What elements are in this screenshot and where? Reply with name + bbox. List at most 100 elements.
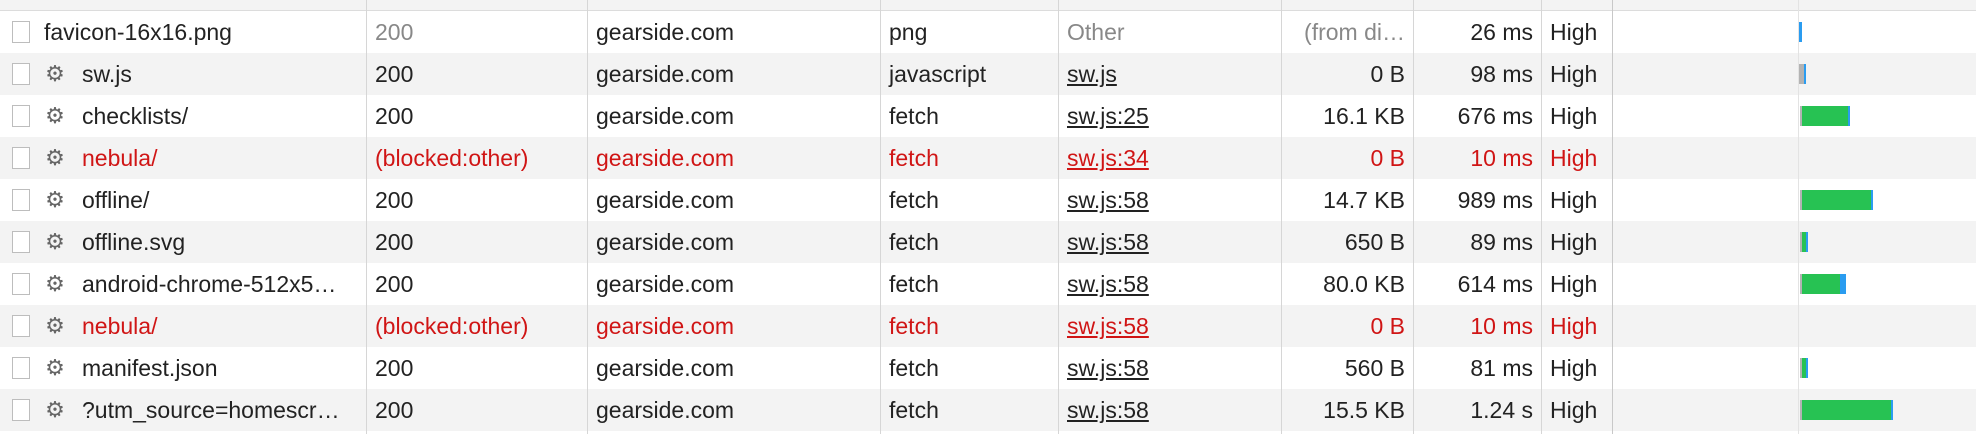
priority-cell: High <box>1550 19 1598 45</box>
waterfall-waiting-bar <box>1801 274 1840 294</box>
status-cell: 200 <box>375 355 414 381</box>
checkbox-icon[interactable] <box>12 399 30 421</box>
initiator-cell[interactable]: sw.js <box>1059 53 1281 95</box>
table-row[interactable]: ⚙ nebula/ (blocked:other) gearside.com fetch… <box>0 137 1976 179</box>
domain-cell: gearside.com <box>596 229 735 255</box>
request-name[interactable]: favicon-16x16.png <box>44 11 232 53</box>
initiator-link[interactable]: sw.js:58 <box>1067 271 1149 297</box>
name-cell[interactable]: ⚙ android-chrome-512x5… <box>0 263 366 305</box>
time-cell: 989 ms <box>1457 187 1533 213</box>
waterfall-cell <box>1613 389 1976 431</box>
name-cell[interactable]: ⚙ nebula/ <box>0 137 366 179</box>
request-name[interactable]: manifest.json <box>82 347 218 389</box>
gear-icon: ⚙ <box>45 103 65 128</box>
table-row[interactable]: favicon-16x16.png 200 gearside.com png Other… <box>0 11 1976 53</box>
checkbox-icon[interactable] <box>12 273 30 295</box>
request-name[interactable]: offline.svg <box>82 221 185 263</box>
time-cell: 1.24 s <box>1470 397 1533 423</box>
checkbox-icon[interactable] <box>12 105 30 127</box>
gear-icon: ⚙ <box>45 187 65 212</box>
column-divider[interactable] <box>1058 0 1059 434</box>
name-cell[interactable]: favicon-16x16.png <box>0 11 366 53</box>
time-cell: 98 ms <box>1470 61 1533 87</box>
domain-cell: gearside.com <box>596 145 735 171</box>
name-cell[interactable]: ⚙ ?utm_source=homescr… <box>0 389 366 431</box>
checkbox-icon[interactable] <box>12 357 30 379</box>
initiator-cell[interactable]: sw.js:58 <box>1059 263 1281 305</box>
initiator-cell[interactable]: sw.js:25 <box>1059 95 1281 137</box>
request-name[interactable]: nebula/ <box>82 137 157 179</box>
checkbox-icon[interactable] <box>12 231 30 253</box>
name-cell[interactable]: ⚙ sw.js <box>0 53 366 95</box>
priority-cell: High <box>1550 61 1598 87</box>
column-divider[interactable] <box>366 0 367 434</box>
request-name[interactable]: sw.js <box>82 53 132 95</box>
column-divider[interactable] <box>880 0 881 434</box>
table-row[interactable]: ⚙ nebula/ (blocked:other) gearside.com fetch… <box>0 305 1976 347</box>
initiator-link[interactable]: sw.js:25 <box>1067 103 1149 129</box>
size-cell: 650 B <box>1344 229 1405 255</box>
initiator-cell[interactable]: sw.js:58 <box>1059 389 1281 431</box>
table-row[interactable]: ⚙ offline.svg 200 gearside.com fetch sw.js:58… <box>0 221 1976 263</box>
domain-cell: gearside.com <box>596 187 735 213</box>
initiator-link[interactable]: sw.js:34 <box>1067 145 1149 171</box>
request-name[interactable]: ?utm_source=homescr… <box>82 389 340 431</box>
time-cell: 26 ms <box>1470 19 1533 45</box>
request-name[interactable]: nebula/ <box>82 305 157 347</box>
name-cell[interactable]: ⚙ offline.svg <box>0 221 366 263</box>
waterfall-receiving-bar <box>1839 274 1846 294</box>
network-request-table: favicon-16x16.png 200 gearside.com png Other… <box>0 0 1976 434</box>
gear-icon: ⚙ <box>45 313 65 338</box>
initiator-cell[interactable]: sw.js:58 <box>1059 305 1281 347</box>
waterfall-gridline <box>1798 0 1799 434</box>
type-cell: fetch <box>889 397 939 423</box>
time-cell: 676 ms <box>1457 103 1533 129</box>
name-cell[interactable]: ⚙ checklists/ <box>0 95 366 137</box>
status-cell: 200 <box>375 19 414 45</box>
initiator-cell[interactable]: sw.js:34 <box>1059 137 1281 179</box>
checkbox-icon[interactable] <box>12 189 30 211</box>
waterfall-cell <box>1613 221 1976 263</box>
initiator-link[interactable]: sw.js:58 <box>1067 229 1149 255</box>
name-cell[interactable]: ⚙ nebula/ <box>0 305 366 347</box>
type-cell: javascript <box>889 61 987 87</box>
request-name[interactable]: offline/ <box>82 179 149 221</box>
checkbox-icon[interactable] <box>12 315 30 337</box>
column-divider[interactable] <box>1413 0 1414 434</box>
column-divider[interactable] <box>587 0 588 434</box>
initiator-link[interactable]: sw.js:58 <box>1067 397 1149 423</box>
table-row[interactable]: ⚙ manifest.json 200 gearside.com fetch sw.js:… <box>0 347 1976 389</box>
table-row[interactable]: ⚙ android-chrome-512x5… 200 gearside.com fet… <box>0 263 1976 305</box>
column-divider[interactable] <box>1281 0 1282 434</box>
initiator-cell: Other <box>1059 11 1281 53</box>
name-cell[interactable]: ⚙ offline/ <box>0 179 366 221</box>
initiator-link[interactable]: sw.js <box>1067 61 1117 87</box>
waterfall-cell <box>1613 53 1976 95</box>
priority-cell: High <box>1550 355 1598 381</box>
checkbox-icon[interactable] <box>12 147 30 169</box>
checkbox-icon[interactable] <box>12 63 30 85</box>
request-name[interactable]: checklists/ <box>82 95 188 137</box>
initiator-link[interactable]: sw.js:58 <box>1067 187 1149 213</box>
name-cell[interactable]: ⚙ manifest.json <box>0 347 366 389</box>
gear-icon: ⚙ <box>45 61 65 86</box>
table-row[interactable]: ⚙ sw.js 200 gearside.com javascript sw.js 0 B 9… <box>0 53 1976 95</box>
initiator-cell[interactable]: sw.js:58 <box>1059 347 1281 389</box>
table-row[interactable]: ⚙ ?utm_source=homescr… 200 gearside.com fetc… <box>0 389 1976 431</box>
domain-cell: gearside.com <box>596 313 735 339</box>
table-row[interactable]: ⚙ offline/200 gearside.com fetch sw.js:58 14.… <box>0 179 1976 221</box>
type-cell: fetch <box>889 313 939 339</box>
request-name[interactable]: android-chrome-512x5… <box>82 263 336 305</box>
initiator-link[interactable]: sw.js:58 <box>1067 355 1149 381</box>
checkbox-icon[interactable] <box>12 21 30 43</box>
initiator-cell[interactable]: sw.js:58 <box>1059 179 1281 221</box>
initiator-link[interactable]: sw.js:58 <box>1067 313 1149 339</box>
column-divider[interactable] <box>1612 0 1613 434</box>
gear-icon: ⚙ <box>45 271 65 296</box>
initiator-cell[interactable]: sw.js:58 <box>1059 221 1281 263</box>
table-row[interactable]: ⚙ checklists/200 gearside.com fetch sw.js:25… <box>0 95 1976 137</box>
status-cell: 200 <box>375 271 414 297</box>
gear-icon: ⚙ <box>45 355 65 380</box>
waterfall-receiving-bar <box>1806 232 1809 252</box>
column-divider[interactable] <box>1541 0 1542 434</box>
